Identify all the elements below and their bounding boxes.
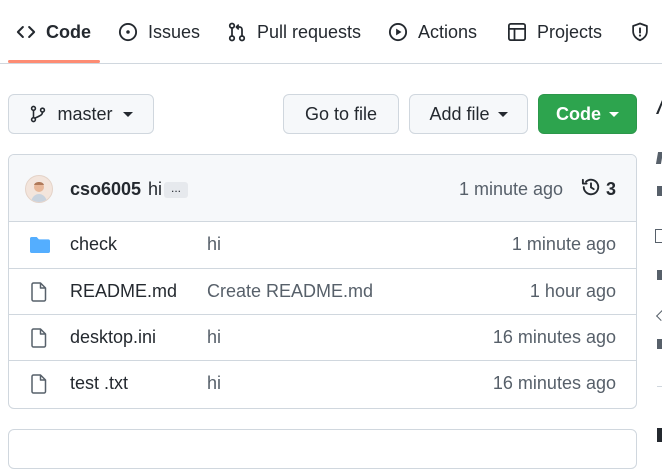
file-commit-time: 16 minutes ago (492, 327, 616, 347)
branch-select-button[interactable]: master (8, 94, 154, 134)
tab-code[interactable]: Code (16, 0, 91, 64)
commit-count-link[interactable]: 3 (606, 179, 616, 200)
file-commit-message-link[interactable]: hi (207, 361, 221, 406)
file-name-link[interactable]: README.md (70, 269, 177, 314)
star-icon (657, 339, 662, 349)
file-commit-message-link[interactable]: hi (207, 315, 221, 360)
chevron-down-icon (609, 111, 619, 117)
chevron-down-icon (122, 111, 133, 117)
readme-box (8, 429, 637, 469)
latest-commit-bar: cso6005 hi ... 1 minute ago 3 (9, 155, 636, 222)
tab-issues-label: Issues (148, 21, 201, 42)
pulse-icon (656, 306, 662, 321)
tab-pull-requests-label: Pull requests (257, 21, 362, 42)
file-commit-message-link[interactable]: hi (207, 222, 221, 267)
file-icon (31, 361, 47, 406)
repo-nav: Code Issues Pull requests Actions Projec… (0, 0, 662, 64)
table-row[interactable]: README.md Create README.md 1 hour ago (9, 268, 636, 314)
tab-security[interactable] (630, 0, 660, 64)
folder-icon (29, 222, 51, 267)
sidebar-text-fragment (655, 152, 662, 164)
file-commit-message-link[interactable]: Create README.md (207, 269, 373, 314)
chevron-down-icon (497, 111, 508, 117)
go-to-file-label: Go to file (304, 103, 378, 124)
table-row[interactable]: desktop.ini hi 16 minutes ago (9, 314, 636, 360)
tab-projects[interactable]: Projects (507, 0, 602, 64)
tab-code-label: Code (46, 21, 91, 42)
sidebar-divider (657, 386, 662, 387)
commit-expand-button[interactable]: ... (164, 182, 188, 198)
file-name-link[interactable]: check (70, 222, 117, 267)
history-icon (581, 177, 601, 197)
code-dropdown-button[interactable]: Code (538, 94, 637, 134)
add-file-label: Add file (429, 103, 490, 124)
law-icon (657, 270, 662, 280)
tab-projects-label: Projects (537, 21, 603, 42)
code-icon (16, 22, 46, 42)
tab-issues[interactable]: Issues (118, 0, 200, 64)
git-pull-request-icon (227, 22, 257, 42)
commit-time: 1 minute ago (459, 179, 564, 199)
play-icon (388, 22, 418, 42)
issue-opened-icon (118, 22, 148, 42)
file-list-box: cso6005 hi ... 1 minute ago 3 check hi 1… (8, 154, 637, 409)
sidebar-text-fragment (657, 186, 662, 196)
commit-message-link[interactable]: hi (148, 179, 162, 200)
git-branch-icon (29, 105, 47, 123)
avatar[interactable] (25, 175, 53, 203)
file-commit-time: 1 minute ago (511, 234, 616, 254)
file-commit-time: 1 hour ago (529, 281, 616, 301)
tab-actions[interactable]: Actions (388, 0, 477, 64)
branch-name: master (57, 103, 113, 124)
table-icon (507, 22, 537, 42)
sidebar-heading-fragment (657, 428, 662, 442)
file-icon (31, 269, 47, 314)
shield-icon (630, 22, 660, 42)
table-row[interactable]: test .txt hi 16 minutes ago (9, 360, 636, 406)
tab-actions-label: Actions (418, 21, 478, 42)
go-to-file-button[interactable]: Go to file (283, 94, 399, 134)
add-file-button[interactable]: Add file (409, 94, 528, 134)
tab-pull-requests[interactable]: Pull requests (227, 0, 361, 64)
book-icon (655, 229, 662, 243)
sidebar-heading-fragment (656, 100, 662, 114)
code-button-label: Code (556, 103, 601, 124)
file-icon (31, 315, 47, 360)
table-row[interactable]: check hi 1 minute ago (9, 222, 636, 268)
file-name-link[interactable]: test .txt (70, 361, 128, 406)
file-commit-time: 16 minutes ago (492, 373, 616, 393)
active-tab-indicator (8, 60, 100, 63)
commit-author-link[interactable]: cso6005 (70, 179, 141, 200)
file-name-link[interactable]: desktop.ini (70, 315, 156, 360)
